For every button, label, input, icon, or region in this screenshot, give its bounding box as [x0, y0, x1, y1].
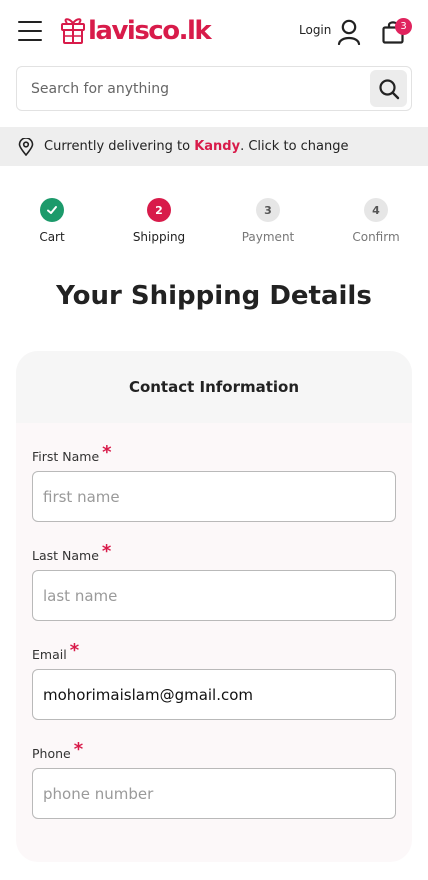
first-name-field[interactable] [32, 471, 396, 522]
step-label: Confirm [352, 230, 400, 244]
page-title: Your Shipping Details [56, 281, 372, 311]
brand-logo[interactable]: lavisco.lk [60, 14, 212, 48]
step-shipping[interactable]: 2 Shipping [114, 198, 204, 244]
step-number-badge: 2 [147, 198, 171, 222]
step-payment[interactable]: 3 Payment [223, 198, 313, 244]
search-icon [378, 78, 399, 99]
search-bar [16, 66, 412, 111]
gift-icon [61, 18, 85, 44]
phone-field[interactable] [32, 768, 396, 819]
step-cart[interactable]: Cart [7, 198, 97, 244]
delivery-location-bar[interactable]: Currently delivering to Kandy. Click to … [0, 127, 428, 166]
step-label: Shipping [132, 230, 186, 244]
required-mark: * [69, 640, 80, 661]
required-mark: * [102, 442, 112, 463]
check-icon [47, 206, 57, 214]
section-title: Contact Information [16, 351, 412, 423]
delivery-prefix: Currently delivering to [44, 139, 191, 154]
search-input[interactable] [31, 67, 361, 110]
user-icon[interactable] [337, 19, 361, 45]
step-confirm[interactable]: 4 Confirm [331, 198, 421, 244]
step-number-badge: 4 [364, 198, 388, 222]
required-mark: * [73, 739, 84, 760]
first-name-label: First Name * [32, 442, 112, 464]
header: lavisco.lk Login 3 [0, 0, 428, 64]
step-number-badge: 3 [256, 198, 280, 222]
delivery-city: Kandy [194, 139, 241, 154]
step-done-badge [40, 198, 64, 222]
email-field[interactable] [32, 669, 396, 720]
login-link[interactable]: Login [299, 23, 331, 37]
brand-name: lavisco.lk [88, 16, 212, 46]
required-mark: * [101, 541, 112, 562]
contact-information-card: Contact Information First Name* Last Nam… [16, 351, 412, 862]
search-button[interactable] [370, 70, 407, 107]
cart-count-badge[interactable]: 3 [395, 18, 412, 35]
delivery-suffix: . Click to change [240, 139, 349, 154]
hamburger-menu-icon[interactable] [18, 21, 42, 42]
last-name-label: Last Name * [32, 541, 112, 563]
step-label: Cart [39, 230, 65, 244]
location-pin-icon [18, 137, 34, 156]
phone-label: Phone * [32, 739, 84, 761]
email-label: Email * [32, 640, 80, 662]
step-label: Payment [241, 230, 295, 244]
last-name-field[interactable] [32, 570, 396, 621]
